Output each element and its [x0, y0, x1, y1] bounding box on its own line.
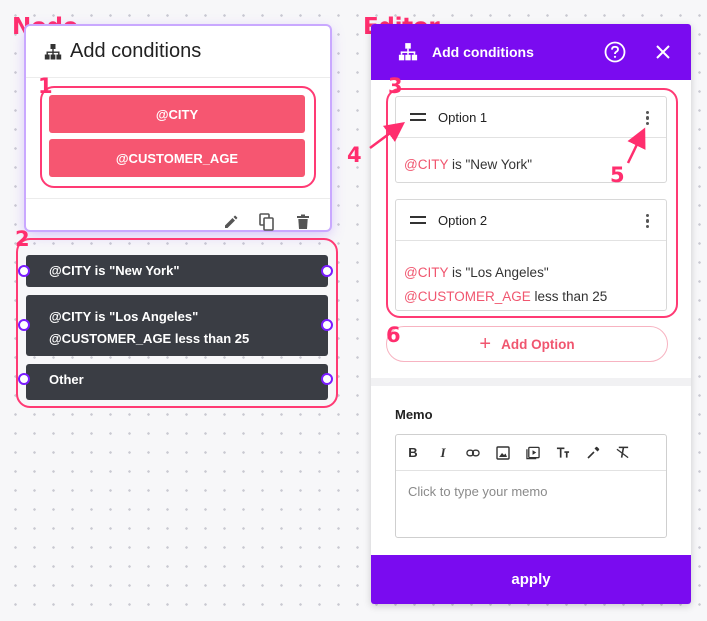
- annotation-arrows: [369, 122, 646, 164]
- annotation-arrow-5: [626, 127, 646, 164]
- annotation-arrow-4: [369, 122, 406, 150]
